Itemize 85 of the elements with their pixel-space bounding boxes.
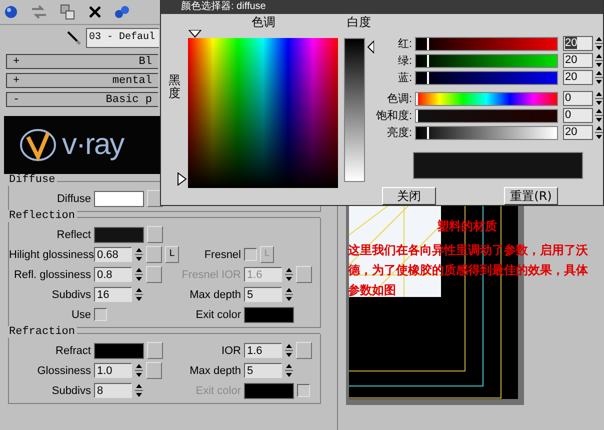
spinner-button[interactable]: [135, 267, 143, 282]
group-title: Refraction: [7, 326, 78, 338]
spinner-button[interactable]: [285, 287, 293, 302]
spinner-button[interactable]: [595, 125, 603, 140]
number-field[interactable]: 8: [94, 383, 132, 398]
spinner-button[interactable]: [135, 287, 143, 302]
channel-label: 饱和度:: [374, 108, 412, 123]
group-title: Diffuse: [7, 174, 58, 186]
field-label: IOR: [220, 344, 241, 356]
spinner-button[interactable]: [595, 108, 603, 123]
number-field[interactable]: 1.0: [94, 363, 132, 378]
delete-icon[interactable]: [88, 5, 102, 19]
rollout-bar[interactable]: + mental: [6, 73, 158, 88]
spinner-button[interactable]: [135, 363, 143, 378]
field-label: Max depth: [188, 364, 241, 376]
field-label: Glossiness: [36, 364, 91, 376]
number-field[interactable]: 0.8: [94, 267, 132, 282]
value-field[interactable]: 20: [563, 70, 593, 85]
slider-thumb[interactable]: [427, 72, 430, 84]
color-slider[interactable]: [415, 36, 558, 50]
spinner-button[interactable]: [285, 267, 293, 282]
channel-label: 蓝:: [396, 71, 412, 85]
spinner-button[interactable]: [595, 70, 603, 85]
number-field[interactable]: 0.68: [94, 247, 132, 262]
checkbox[interactable]: [94, 308, 107, 321]
spinner-button[interactable]: [595, 53, 603, 68]
color-swatch[interactable]: [244, 306, 294, 322]
spinner-button[interactable]: [595, 91, 603, 106]
rollout-bar[interactable]: - Basic p: [6, 92, 158, 107]
value-field[interactable]: 20: [563, 53, 593, 68]
color-swatch[interactable]: [94, 342, 144, 358]
spinner-button[interactable]: [285, 363, 293, 378]
channel-label: 亮度:: [386, 126, 412, 140]
spinner-button[interactable]: [285, 343, 293, 358]
color-slider[interactable]: [415, 92, 558, 106]
spinner-button[interactable]: [595, 36, 603, 51]
slider-thumb[interactable]: [427, 38, 430, 50]
number-field[interactable]: 16: [94, 287, 132, 302]
value-field[interactable]: 20: [563, 125, 593, 140]
field-label: Fresnel: [203, 248, 241, 260]
field-label: Reflect: [56, 228, 91, 240]
lock-button[interactable]: L: [165, 246, 179, 263]
number-field[interactable]: 5: [244, 287, 282, 302]
material-name-field[interactable]: 03 - Defaul: [86, 28, 159, 48]
spinner-button[interactable]: [135, 247, 143, 262]
eyedropper-icon[interactable]: [66, 30, 82, 46]
slider-thumb[interactable]: [427, 126, 430, 138]
field-label: Subdivs: [50, 384, 91, 396]
field-label: Refract: [54, 344, 91, 356]
field-label: Refl. glossiness: [12, 268, 91, 280]
hue-label: 色调: [252, 14, 276, 30]
color-swatch[interactable]: [94, 226, 144, 242]
color-slider[interactable]: [415, 70, 558, 84]
channel-label: 绿:: [396, 54, 412, 68]
spheres-icon[interactable]: [114, 5, 130, 19]
checkbox[interactable]: [244, 248, 257, 261]
field-label: Subdivs: [50, 288, 91, 300]
dialog-button[interactable]: 关闭: [382, 187, 436, 205]
rollout-bar[interactable]: + Bl: [6, 54, 158, 69]
whiteness-label: 白度: [347, 14, 371, 30]
sphere-icon[interactable]: [4, 5, 18, 19]
color-spectrum[interactable]: [188, 38, 338, 188]
field-label: Exit color: [194, 308, 241, 320]
spinner-button[interactable]: [135, 383, 143, 398]
dialog-button[interactable]: 重置(R): [504, 187, 558, 205]
blackness-label: 黑度: [168, 74, 180, 102]
dialog-title: 颜色选择器: diffuse: [161, 0, 603, 14]
channel-label: 色调:: [386, 92, 412, 106]
value-field[interactable]: 0: [563, 108, 593, 123]
group-title: Reflection: [7, 210, 78, 222]
color-slider[interactable]: [415, 54, 558, 68]
field-label: Diffuse: [56, 192, 91, 204]
color-swatch[interactable]: [94, 190, 144, 206]
field-label: Use: [70, 308, 91, 320]
number-field[interactable]: 1.6: [244, 343, 282, 358]
slider-thumb[interactable]: [427, 54, 430, 66]
channel-label: 红:: [396, 37, 412, 51]
color-slider[interactable]: [415, 126, 558, 140]
value-field[interactable]: 0: [563, 91, 593, 106]
whiteness-bar[interactable]: [344, 38, 365, 182]
number-field[interactable]: 5: [244, 363, 282, 378]
field-label: Max depth: [188, 288, 241, 300]
copy-icon[interactable]: [60, 4, 76, 20]
value-field[interactable]: 20: [563, 36, 593, 51]
color-slider[interactable]: [415, 108, 558, 122]
